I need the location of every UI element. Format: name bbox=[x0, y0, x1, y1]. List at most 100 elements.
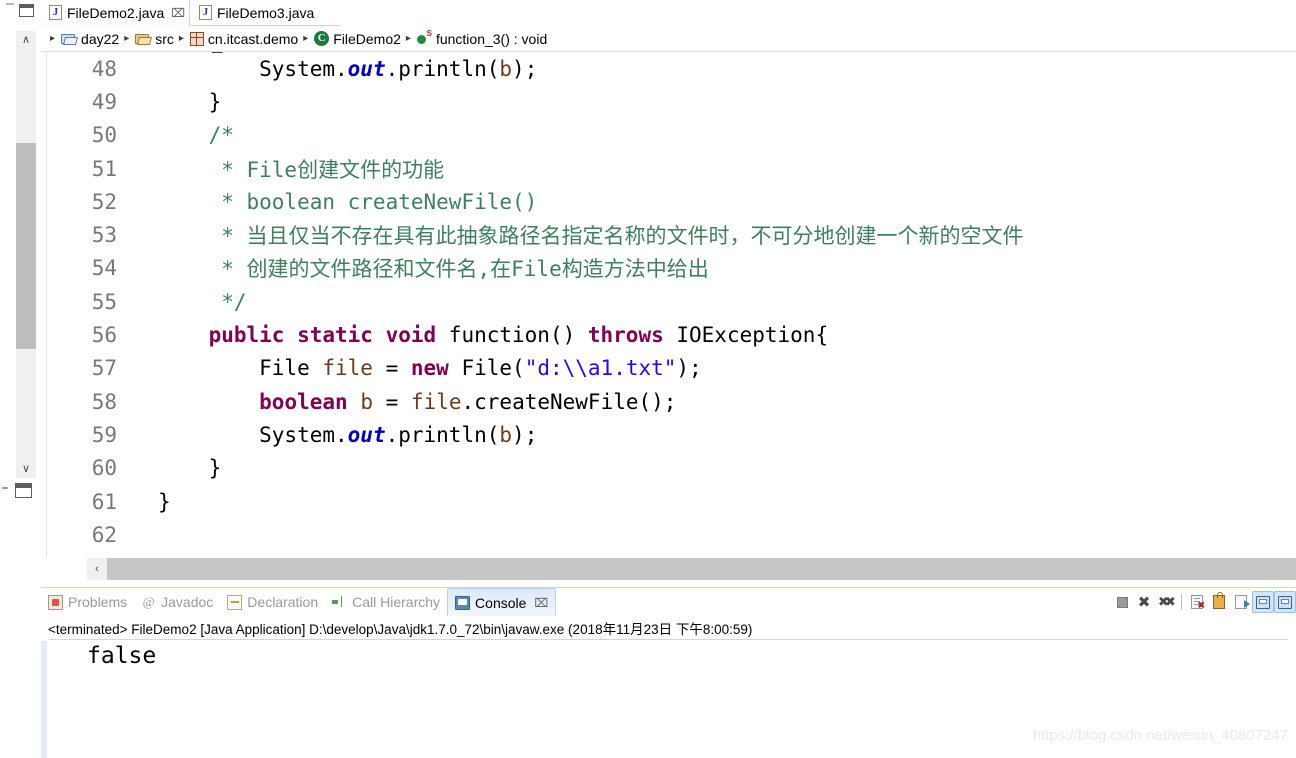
breadcrumb-item-method[interactable]: function_3() : void bbox=[416, 30, 548, 47]
code-line[interactable]: 56 public static void function() throws … bbox=[41, 318, 1296, 351]
remove-icon: ✖ bbox=[1137, 592, 1151, 611]
tab-console[interactable]: Console ⌧ bbox=[447, 588, 557, 616]
code-token: */ bbox=[158, 289, 247, 314]
source-folder-icon bbox=[135, 32, 151, 45]
code-line[interactable]: 60 } bbox=[41, 452, 1296, 485]
code-line[interactable]: 57 File file = new File("d:\\a1.txt"); bbox=[41, 352, 1296, 385]
line-number: 61 bbox=[91, 489, 117, 514]
display-console-icon bbox=[1256, 595, 1270, 609]
open-console-button[interactable] bbox=[1274, 591, 1296, 613]
code-line[interactable]: 62 bbox=[41, 518, 1296, 551]
scroll-up-arrow[interactable]: ∧ bbox=[16, 31, 36, 49]
line-number: 62 bbox=[91, 522, 117, 547]
breadcrumb-label: function_3() : void bbox=[435, 30, 548, 47]
terminate-button[interactable] bbox=[1111, 591, 1133, 613]
horizontal-scrollbar-thumb[interactable] bbox=[107, 558, 1296, 580]
chevron-right-icon: ▸ bbox=[124, 33, 130, 44]
code-line[interactable]: 54 * 创建的文件路径和文件名,在File构造方法中给出 bbox=[41, 252, 1296, 285]
package-icon bbox=[189, 31, 204, 46]
view-tab-label: Declaration bbox=[247, 594, 319, 610]
chevron-right-icon: ▸ bbox=[50, 33, 56, 44]
code-token: file bbox=[410, 389, 462, 414]
code-line[interactable]: 58 boolean b = file.createNewFile(); bbox=[41, 385, 1296, 418]
code-token: out bbox=[347, 56, 386, 81]
breadcrumb-item-project[interactable]: day22 bbox=[61, 32, 119, 46]
scroll-left-arrow[interactable]: ‹ bbox=[87, 558, 107, 580]
code-token: b bbox=[499, 422, 513, 447]
editor-tab-filedemo3[interactable]: FileDemo3.java bbox=[191, 0, 341, 26]
code-line[interactable]: 59 System.out.println(b); bbox=[41, 418, 1296, 451]
line-number: 59 bbox=[91, 422, 117, 447]
view-tab-label: Javadoc bbox=[161, 594, 214, 610]
console-left-margin bbox=[41, 641, 47, 758]
tab-declaration[interactable]: Declaration bbox=[220, 588, 325, 616]
bottom-view-stack: Problems @ Javadoc Declaration Call Hier… bbox=[41, 587, 1296, 758]
code-line[interactable]: 53 * 当且仅当不存在具有此抽象路径名指定名称的文件时，不可分地创建一个新的空… bbox=[41, 218, 1296, 251]
toolbar-separator bbox=[1181, 594, 1182, 610]
java-file-icon bbox=[49, 5, 62, 20]
tab-problems[interactable]: Problems bbox=[41, 588, 134, 616]
code-token: throws bbox=[587, 323, 664, 348]
project-folder-icon bbox=[61, 32, 77, 45]
code-token: .createNewFile(); bbox=[461, 389, 677, 414]
code-line-text: } bbox=[129, 456, 1296, 480]
code-token: public static void bbox=[208, 323, 437, 348]
clear-console-button[interactable]: ✖ bbox=[1186, 591, 1208, 613]
code-token: b bbox=[499, 56, 513, 81]
code-token: } bbox=[158, 489, 171, 514]
close-icon[interactable]: ⌧ bbox=[534, 596, 548, 610]
code-token: function() bbox=[436, 323, 588, 348]
editor-tab-bar: FileDemo2.java ⌧ FileDemo3.java bbox=[41, 0, 1296, 26]
tab-javadoc[interactable]: @ Javadoc bbox=[134, 588, 220, 616]
code-token: ); bbox=[512, 56, 538, 81]
breadcrumb-item-src[interactable]: src bbox=[135, 32, 174, 46]
line-number: 50 bbox=[91, 123, 117, 148]
remove-all-terminated-button[interactable]: ✖✖ bbox=[1155, 591, 1177, 613]
minimized-view-marker-bottom bbox=[2, 487, 8, 489]
code-line-text: */ bbox=[129, 290, 1296, 314]
code-line[interactable]: 50 /* bbox=[41, 119, 1296, 152]
editor-horizontal-scrollbar[interactable]: ‹ bbox=[87, 558, 1296, 580]
code-line[interactable]: 52 * boolean createNewFile() bbox=[41, 185, 1296, 218]
code-token: System. bbox=[158, 422, 348, 447]
code-line-text: * 当且仅当不存在具有此抽象路径名指定名称的文件时，不可分地创建一个新的空文件 bbox=[129, 220, 1296, 250]
scrollbar-thumb[interactable] bbox=[16, 143, 36, 349]
watermark: https://blog.csdn.net/weixin_40807247 bbox=[1032, 727, 1288, 744]
scroll-down-arrow[interactable]: ∨ bbox=[16, 460, 36, 478]
chevron-right-icon: ▸ bbox=[303, 33, 309, 44]
scroll-lock-button[interactable] bbox=[1208, 591, 1230, 613]
code-token: System. bbox=[158, 56, 348, 81]
editor-tab-label: FileDemo2.java bbox=[67, 4, 165, 21]
code-line[interactable]: 61} bbox=[41, 485, 1296, 518]
close-icon[interactable]: ⌧ bbox=[171, 7, 185, 19]
breadcrumb-item-class[interactable]: FileDemo2 bbox=[314, 31, 401, 46]
line-number: 52 bbox=[91, 189, 117, 214]
code-line-text: public static void function() throws IOE… bbox=[129, 323, 1296, 347]
display-selected-console-button[interactable] bbox=[1252, 591, 1274, 613]
code-line[interactable]: 48 System.out.println(b); bbox=[41, 52, 1296, 85]
code-line[interactable]: 51 * File创建文件的功能 bbox=[41, 152, 1296, 185]
code-line[interactable]: 49 } bbox=[41, 85, 1296, 118]
breadcrumb-item-package[interactable]: cn.itcast.demo bbox=[189, 30, 299, 47]
open-console-icon bbox=[1278, 595, 1292, 609]
code-line[interactable]: 55 */ bbox=[41, 285, 1296, 318]
remove-launch-button[interactable]: ✖ bbox=[1133, 591, 1155, 613]
breadcrumb-label: cn.itcast.demo bbox=[207, 30, 299, 47]
tab-call-hierarchy[interactable]: Call Hierarchy bbox=[325, 588, 447, 616]
line-number: 53 bbox=[91, 223, 117, 248]
eclipse-workbench: ∧ ∨ FileDemo2.java ⌧ FileDemo3.java ▸ da… bbox=[0, 0, 1296, 758]
code-editor-canvas[interactable]:   48 System.out.println(b);49 }50 /*51 *… bbox=[41, 52, 1296, 558]
code-line-text: System.out.println(b); bbox=[129, 57, 1296, 81]
pin-console-button[interactable] bbox=[1230, 591, 1252, 613]
declaration-icon bbox=[227, 594, 243, 610]
restore-view-icon-top[interactable] bbox=[19, 4, 34, 17]
code-token: * 当且仅当不存在具有此抽象路径名指定名称的文件时，不可分地创建一个新的空文件 bbox=[158, 224, 1024, 249]
restore-view-icon-bottom[interactable] bbox=[15, 483, 32, 498]
editor-vertical-scrollbar[interactable]: ∧ ∨ bbox=[16, 31, 36, 478]
code-lines: 48 System.out.println(b); 49 } 50 /* 51 * F… bbox=[41, 52, 1296, 551]
remove-all-icon: ✖✖ bbox=[1158, 594, 1176, 610]
code-line-text: System.out.println(b); bbox=[129, 423, 1296, 447]
editor-tab-filedemo2[interactable]: FileDemo2.java ⌧ bbox=[41, 0, 190, 26]
line-number: 56 bbox=[91, 323, 117, 348]
code-token: boolean bbox=[259, 389, 348, 414]
